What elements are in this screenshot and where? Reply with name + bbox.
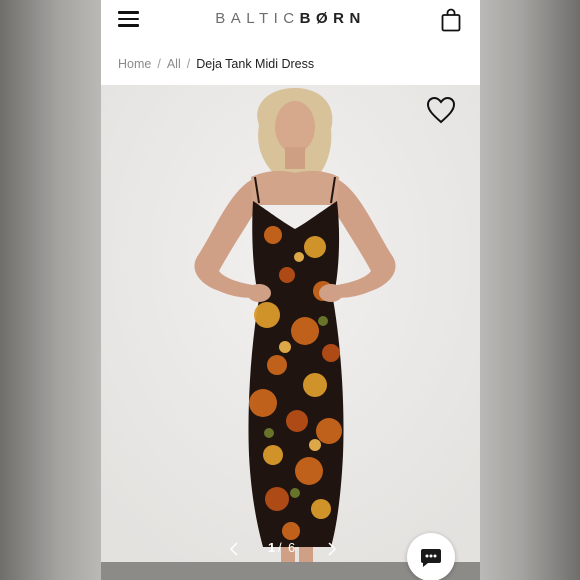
- chat-bubble-icon: [419, 545, 443, 569]
- product-image[interactable]: [101, 85, 480, 580]
- total-slides: 6: [288, 540, 296, 555]
- model-photo: [101, 85, 480, 580]
- shopping-bag-icon[interactable]: [441, 8, 461, 32]
- site-logo[interactable]: BALTICBØRN: [188, 10, 393, 30]
- breadcrumb-separator: /: [157, 57, 161, 71]
- breadcrumb-separator: /: [186, 57, 191, 71]
- breadcrumb-current: Deja Tank Midi Dress: [196, 57, 315, 71]
- logo-text-baltic: BALTIC: [215, 10, 300, 27]
- breadcrumb-home-link[interactable]: Home: [118, 57, 151, 71]
- site-header: BALTICBØRN: [101, 0, 480, 40]
- chevron-right-icon[interactable]: [325, 541, 339, 557]
- current-slide: 1: [268, 540, 276, 555]
- product-page: BALTICBØRN Home / All / Deja Tank Midi Dress: [101, 0, 480, 580]
- hamburger-menu-icon[interactable]: [118, 11, 139, 27]
- breadcrumb-all-link[interactable]: All: [167, 57, 181, 71]
- breadcrumb: Home / All / Deja Tank Midi Dress: [101, 40, 480, 85]
- logo-text-born: BØRN: [299, 10, 366, 27]
- image-pager: 1 / 6: [221, 538, 361, 560]
- chat-button[interactable]: [407, 533, 455, 580]
- heart-outline-icon[interactable]: [425, 95, 457, 125]
- chevron-left-icon[interactable]: [227, 541, 241, 557]
- pager-separator: /: [278, 540, 282, 555]
